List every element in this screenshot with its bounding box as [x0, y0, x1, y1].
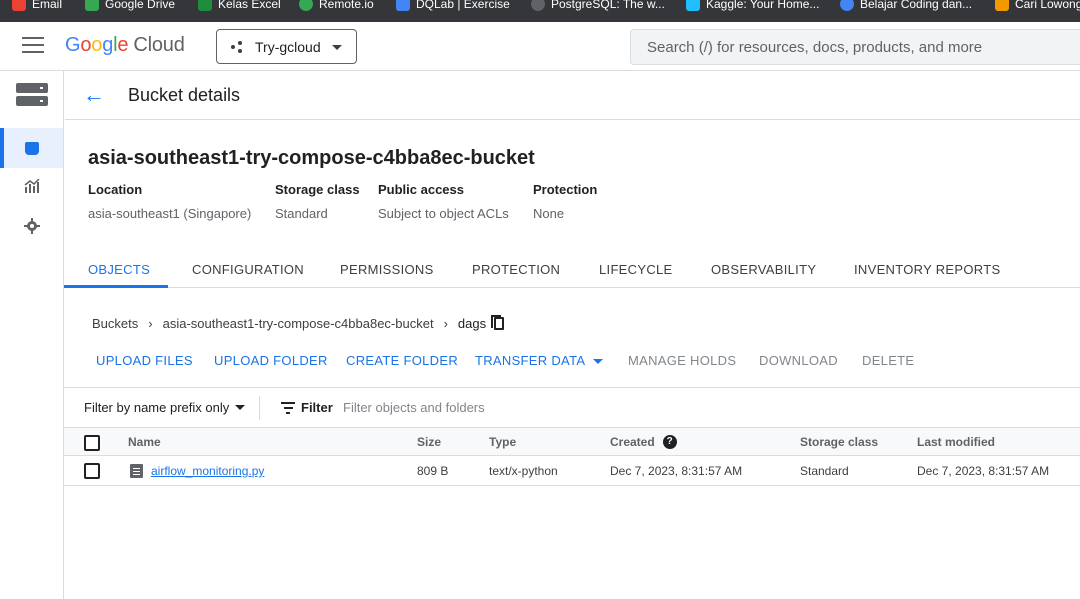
- meta-value-public-access: Subject to object ACLs: [378, 206, 509, 221]
- create-folder-button[interactable]: CREATE FOLDER: [346, 353, 458, 368]
- belajar-coding-icon: [840, 0, 854, 11]
- postgresql-icon: [531, 0, 545, 11]
- column-name[interactable]: Name: [128, 435, 161, 449]
- dropdown-arrow-icon: [235, 405, 246, 410]
- table-row: airflow_monitoring.py 809 B text/x-pytho…: [64, 456, 1080, 486]
- google-cloud-logo[interactable]: Google Cloud: [65, 34, 185, 57]
- bookmark-kelas-excel[interactable]: Kelas Excel: [198, 0, 281, 13]
- manage-holds-button[interactable]: MANAGE HOLDS: [628, 353, 736, 368]
- bucket-name: asia-southeast1-try-compose-c4bba8ec-buc…: [88, 147, 535, 169]
- download-button[interactable]: DOWNLOAD: [759, 353, 838, 368]
- object-size: 809 B: [417, 464, 449, 478]
- filter-mode-select[interactable]: Filter by name prefix only: [84, 400, 246, 415]
- column-created[interactable]: Created?: [610, 435, 677, 449]
- bookmark-google-drive[interactable]: Google Drive: [85, 0, 175, 13]
- bookmark-email[interactable]: Email: [12, 0, 62, 13]
- bookmarks-bar: Email Google Drive Kelas Excel Remote.io…: [0, 0, 1080, 22]
- tab-observability[interactable]: OBSERVABILITY: [711, 251, 816, 288]
- chevron-right-icon: ›: [443, 316, 448, 331]
- row-checkbox[interactable]: [84, 463, 100, 479]
- object-storage-class: Standard: [800, 464, 849, 478]
- tab-inventory-reports[interactable]: INVENTORY REPORTS: [854, 251, 1000, 288]
- nav-monitoring[interactable]: [0, 168, 63, 208]
- bucket-tabs: OBJECTS CONFIGURATION PERMISSIONS PROTEC…: [64, 251, 1080, 288]
- meta-label-public-access: Public access: [378, 182, 464, 197]
- help-icon[interactable]: ?: [662, 435, 677, 449]
- project-name: Try-gcloud: [255, 38, 321, 55]
- gear-icon: [23, 217, 40, 239]
- breadcrumb-bucket[interactable]: asia-southeast1-try-compose-c4bba8ec-buc…: [163, 316, 434, 331]
- meta-label-location: Location: [88, 182, 143, 197]
- dropdown-arrow-icon: [593, 359, 604, 365]
- delete-button[interactable]: DELETE: [862, 353, 914, 368]
- bookmark-remote-io[interactable]: Remote.io: [299, 0, 374, 13]
- bucket-icon: [24, 141, 39, 155]
- main-menu-icon[interactable]: [22, 37, 44, 55]
- filter-icon: [281, 402, 295, 414]
- copy-path-icon[interactable]: [491, 315, 505, 330]
- column-size[interactable]: Size: [417, 435, 441, 449]
- tab-objects[interactable]: OBJECTS: [64, 251, 168, 288]
- meta-value-protection: None: [533, 206, 565, 221]
- object-name-link[interactable]: airflow_monitoring.py: [151, 464, 264, 478]
- upload-files-button[interactable]: UPLOAD FILES: [96, 353, 193, 368]
- select-all-checkbox[interactable]: [84, 435, 100, 451]
- transfer-data-button[interactable]: TRANSFER DATA: [475, 353, 604, 368]
- meta-value-storage-class: Standard: [275, 206, 328, 221]
- page-title: Bucket details: [128, 85, 241, 105]
- column-last-modified[interactable]: Last modified: [917, 435, 995, 449]
- filter-input[interactable]: Filter objects and folders: [343, 400, 485, 415]
- project-picker[interactable]: Try-gcloud: [216, 29, 357, 64]
- dropdown-arrow-icon: [332, 45, 342, 50]
- filter-bar: Filter by name prefix only Filter Filter…: [64, 387, 1080, 428]
- column-type[interactable]: Type: [489, 435, 516, 449]
- bookmark-dqlab[interactable]: DQLab | Exercise: [396, 0, 510, 13]
- object-last-modified: Dec 7, 2023, 8:31:57 AM: [917, 464, 1050, 478]
- column-storage-class[interactable]: Storage class: [800, 435, 878, 449]
- page-header: ← Bucket details: [65, 71, 1080, 120]
- tab-configuration[interactable]: CONFIGURATION: [192, 251, 304, 288]
- project-hierarchy-icon: [231, 40, 243, 53]
- back-arrow-icon[interactable]: ←: [83, 84, 105, 106]
- filter-label: Filter: [301, 400, 333, 415]
- upload-folder-button[interactable]: UPLOAD FOLDER: [214, 353, 328, 368]
- search-input[interactable]: Search (/) for resources, docs, products…: [630, 29, 1080, 65]
- monitoring-chart-icon: [24, 177, 40, 198]
- left-nav-rail: [0, 71, 64, 599]
- cloud-storage-product-icon[interactable]: [16, 83, 48, 107]
- cari-lowongan-icon: [995, 0, 1009, 11]
- object-created: Dec 7, 2023, 8:31:57 AM: [610, 464, 743, 478]
- objects-table-header: Name Size Type Created? Storage class La…: [64, 428, 1080, 456]
- divider: [259, 396, 260, 420]
- object-type: text/x-python: [489, 464, 558, 478]
- bookmark-cari-lowongan[interactable]: Cari Lowong: [995, 0, 1080, 13]
- tab-permissions[interactable]: PERMISSIONS: [340, 251, 434, 288]
- bookmark-kaggle[interactable]: Kaggle: Your Home...: [686, 0, 819, 13]
- tab-protection[interactable]: PROTECTION: [472, 251, 560, 288]
- meta-value-location: asia-southeast1 (Singapore): [88, 206, 252, 221]
- gmail-icon: [12, 0, 26, 11]
- kaggle-icon: [686, 0, 700, 11]
- google-drive-icon: [85, 0, 99, 11]
- meta-label-protection: Protection: [533, 182, 598, 197]
- meta-label-storage-class: Storage class: [275, 182, 360, 197]
- console-topbar: Google Cloud Try-gcloud Search (/) for re…: [0, 22, 1080, 71]
- chevron-right-icon: ›: [148, 316, 153, 331]
- breadcrumb-buckets[interactable]: Buckets: [92, 316, 138, 331]
- nav-settings[interactable]: [0, 208, 63, 248]
- nav-buckets[interactable]: [0, 128, 63, 168]
- tab-lifecycle[interactable]: LIFECYCLE: [599, 251, 673, 288]
- breadcrumb: Buckets › asia-southeast1-try-compose-c4…: [92, 315, 505, 331]
- remote-io-icon: [299, 0, 313, 11]
- bookmark-postgresql[interactable]: PostgreSQL: The w...: [531, 0, 665, 13]
- bookmark-belajar-coding[interactable]: Belajar Coding dan...: [840, 0, 972, 13]
- breadcrumb-current-folder: dags: [457, 316, 487, 331]
- file-icon: [130, 464, 143, 478]
- sheets-icon: [198, 0, 212, 11]
- dqlab-icon: [396, 0, 410, 11]
